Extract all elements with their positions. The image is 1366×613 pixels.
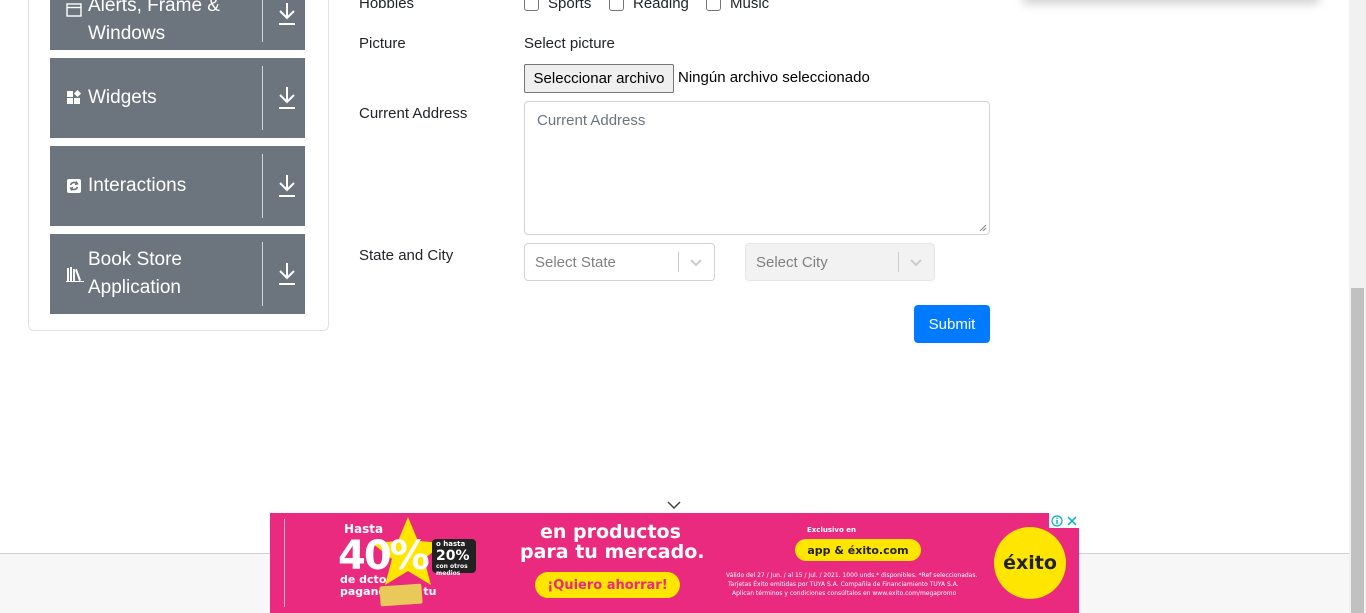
divider: [262, 154, 263, 218]
download-icon[interactable]: [276, 0, 298, 28]
checkbox-label: Reading: [633, 0, 689, 12]
sidebar-group-widgets[interactable]: Widgets: [50, 58, 305, 138]
ad-cta-label: ¡Quiero ahorrar!: [547, 577, 668, 593]
select-picture-label: Select picture: [524, 35, 615, 52]
state-placeholder: Select State: [535, 254, 616, 271]
sidebar-group-bookstore[interactable]: Book Store Application: [50, 234, 305, 314]
ad-fine-vertical: [284, 519, 294, 607]
info-icon[interactable]: [1051, 514, 1063, 527]
sports-checkbox[interactable]: Sports: [524, 0, 591, 12]
reading-checkbox[interactable]: Reading: [609, 0, 689, 12]
close-icon[interactable]: [1067, 515, 1077, 526]
page: Alerts, Frame & Windows Widgets Interact…: [0, 0, 1366, 613]
state-city-label: State and City: [359, 247, 454, 264]
ad-channels: app & éxito.com: [795, 539, 921, 561]
sidebar-group-alerts[interactable]: Alerts, Frame & Windows: [50, 0, 305, 50]
ad-headline-2: para tu mercado.: [520, 541, 705, 563]
resize-handle-icon[interactable]: [979, 224, 987, 232]
music-checkbox[interactable]: Music: [706, 0, 769, 12]
placeholder: Current Address: [537, 112, 646, 129]
chevron-down-icon[interactable]: [909, 256, 923, 268]
sidebar-group-label: Book Store Application: [88, 249, 182, 298]
ad-cta-button[interactable]: ¡Quiero ahorrar!: [535, 572, 680, 598]
card-image: [379, 583, 423, 607]
divider: [898, 252, 899, 272]
sidebar-group-label: Interactions: [88, 175, 187, 196]
divider: [678, 252, 679, 272]
sidebar-group-interactions[interactable]: Interactions: [50, 146, 305, 226]
interactions-icon: [66, 178, 82, 194]
ad-secondary-badge: o hasta 20% con otros medios: [432, 539, 476, 577]
current-address-input[interactable]: Current Address: [524, 101, 990, 235]
divider: [262, 0, 263, 42]
checkbox-box[interactable]: [706, 0, 721, 11]
chevron-down-icon[interactable]: [689, 256, 703, 268]
ad-choices[interactable]: [1049, 513, 1079, 528]
ad-fineprint-3: Aplican términos y condiciones consúltal…: [732, 590, 957, 597]
sidebar-group-label: Alerts, Frame & Windows: [88, 0, 220, 44]
exito-logo: éxito: [994, 527, 1066, 599]
divider: [262, 66, 263, 130]
ad-headline-1: en productos: [540, 521, 681, 543]
checkbox-box[interactable]: [609, 0, 624, 11]
city-select[interactable]: Select City: [745, 243, 935, 281]
ad-o-hasta: o hasta: [436, 540, 466, 548]
checkbox-box[interactable]: [524, 0, 539, 11]
ad-percent2: 20%: [436, 548, 470, 564]
ad-fineprint-1: Válido del 27 / Jun. / al 15 / Jul. / 20…: [726, 572, 978, 579]
current-address-label: Current Address: [359, 105, 468, 122]
file-status: Ningún archivo seleccionado: [678, 69, 870, 86]
download-icon[interactable]: [276, 84, 298, 112]
city-placeholder: Select City: [756, 254, 828, 271]
checkbox-label: Music: [730, 0, 770, 12]
ad-exclusivo: Exclusivo en: [807, 526, 856, 534]
widgets-icon: [66, 89, 82, 106]
checkbox-label: Sports: [548, 0, 592, 12]
chevron-down-icon[interactable]: [666, 500, 682, 510]
ad-banner[interactable]: Hasta 40% o hasta 20% con otros medios d…: [270, 513, 1079, 613]
state-select[interactable]: Select State: [524, 243, 715, 281]
divider: [262, 242, 263, 306]
submit-button[interactable]: Submit: [914, 305, 990, 343]
download-icon[interactable]: [276, 172, 298, 200]
ad-fineprint-2: Tarjetas Éxito emitidas por TUYA S.A. Co…: [728, 581, 959, 588]
sidebar-group-label: Widgets: [88, 87, 157, 108]
scrollbar-thumb[interactable]: [1351, 288, 1364, 613]
window-icon: [66, 2, 82, 18]
book-icon: [66, 266, 84, 282]
choose-file-button[interactable]: Seleccionar archivo: [524, 64, 674, 93]
exito-logo-text: éxito: [1003, 552, 1057, 574]
ad-otros: con otros medios: [436, 563, 468, 577]
download-icon[interactable]: [276, 260, 298, 288]
ad-channels-label: app & éxito.com: [807, 543, 909, 557]
scrollbar[interactable]: [1349, 0, 1366, 613]
picture-label: Picture: [359, 35, 406, 52]
hobbies-label: Hobbies: [359, 0, 415, 12]
